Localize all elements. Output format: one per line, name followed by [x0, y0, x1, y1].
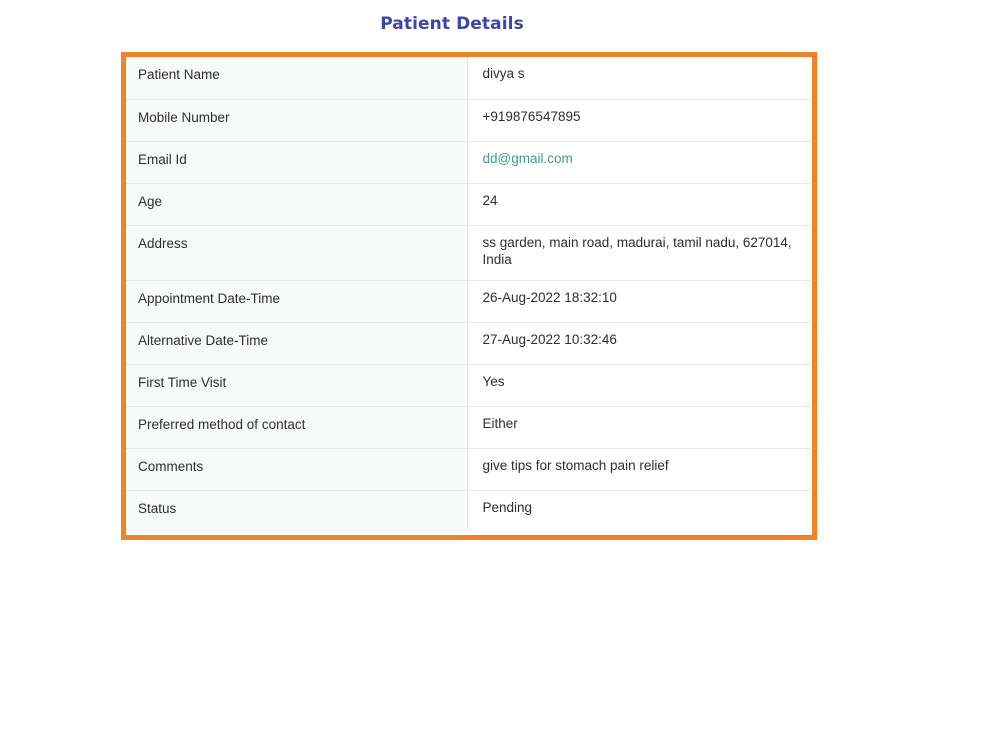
row-patient-name: Patient Name divya s — [126, 57, 811, 100]
alternative-datetime-label: Alternative Date-Time — [126, 322, 468, 365]
appointment-datetime-value: 26-Aug-2022 18:32:10 — [467, 280, 811, 323]
first-time-visit-value: Yes — [467, 364, 811, 407]
patient-details-panel: Patient Name divya s Mobile Number +9198… — [121, 52, 817, 540]
patient-name-value: divya s — [467, 57, 811, 100]
address-label: Address — [126, 225, 468, 281]
alternative-datetime-value: 27-Aug-2022 10:32:46 — [467, 322, 811, 365]
preferred-contact-label: Preferred method of contact — [126, 406, 468, 449]
row-age: Age 24 — [126, 183, 811, 226]
first-time-visit-label: First Time Visit — [126, 364, 468, 407]
email-id-label: Email Id — [126, 141, 468, 184]
email-link[interactable]: dd@gmail.com — [483, 151, 573, 166]
row-appointment-datetime: Appointment Date-Time 26-Aug-2022 18:32:… — [126, 280, 811, 323]
row-status: Status Pending — [126, 490, 811, 531]
row-address: Address ss garden, main road, madurai, t… — [126, 225, 811, 281]
comments-label: Comments — [126, 448, 468, 491]
row-preferred-contact: Preferred method of contact Either — [126, 406, 811, 449]
address-value: ss garden, main road, madurai, tamil nad… — [467, 225, 811, 281]
row-alternative-datetime: Alternative Date-Time 27-Aug-2022 10:32:… — [126, 322, 811, 365]
page: Patient Details Patient Name divya s Mob… — [0, 0, 1000, 750]
patient-details-table: Patient Name divya s Mobile Number +9198… — [126, 57, 811, 531]
mobile-number-value: +919876547895 — [467, 99, 811, 142]
preferred-contact-value: Either — [467, 406, 811, 449]
page-title: Patient Details — [380, 14, 524, 34]
status-value: Pending — [482, 499, 533, 515]
appointment-datetime-label: Appointment Date-Time — [126, 280, 468, 323]
row-first-time-visit: First Time Visit Yes — [126, 364, 811, 407]
comments-value: give tips for stomach pain relief — [467, 448, 811, 491]
status-label: Status — [126, 490, 468, 531]
row-mobile-number: Mobile Number +919876547895 — [126, 99, 811, 142]
row-comments: Comments give tips for stomach pain reli… — [126, 448, 811, 491]
age-value: 24 — [467, 183, 811, 226]
row-email-id: Email Id dd@gmail.com — [126, 141, 811, 184]
mobile-number-label: Mobile Number — [126, 99, 468, 142]
email-id-cell: dd@gmail.com — [467, 141, 811, 184]
age-label: Age — [126, 183, 468, 226]
patient-name-label: Patient Name — [126, 57, 468, 100]
